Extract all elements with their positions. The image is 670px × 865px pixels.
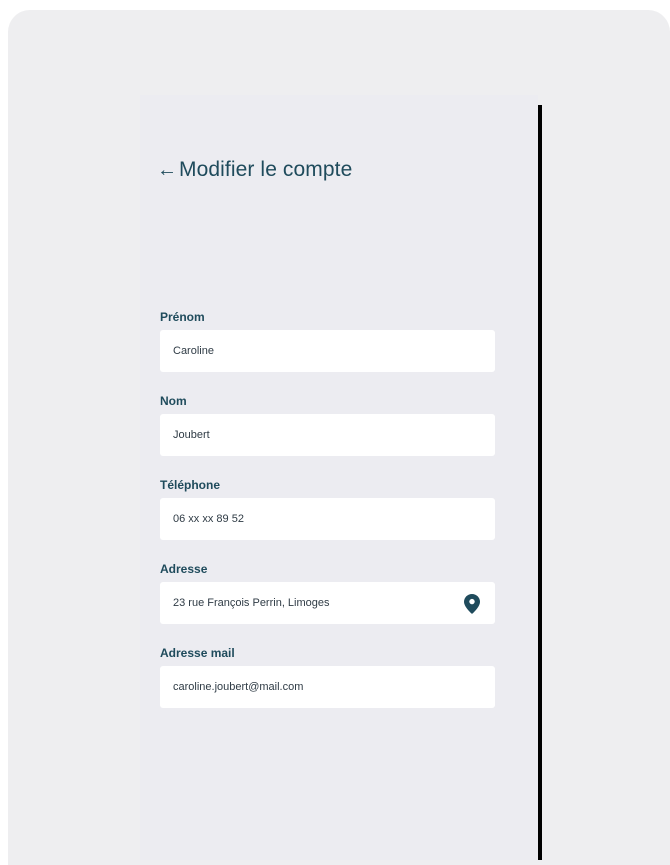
field-prenom: Prénom Caroline [160,309,495,372]
email-value: caroline.joubert@mail.com [173,681,304,693]
field-nom: Nom Joubert [160,393,495,456]
field-label-adresse-mail: Adresse mail [160,646,235,660]
adresse-input[interactable]: 23 rue François Perrin, Limoges [160,582,495,624]
telephone-input[interactable]: 06 xx xx 89 52 [160,498,495,540]
prenom-input[interactable]: Caroline [160,330,495,372]
adresse-value: 23 rue François Perrin, Limoges [173,597,330,609]
nom-value: Joubert [173,429,210,441]
nom-input[interactable]: Joubert [160,414,495,456]
field-label-nom: Nom [160,394,187,408]
email-input[interactable]: caroline.joubert@mail.com [160,666,495,708]
page-title: Modifier le compte [179,158,353,181]
field-label-prenom: Prénom [160,310,205,324]
field-adresse-mail: Adresse mail caroline.joubert@mail.com [160,645,495,708]
location-pin-icon[interactable] [464,594,480,614]
field-label-telephone: Téléphone [160,478,221,492]
page-header: ← Modifier le compte [157,156,352,184]
field-label-adresse: Adresse [160,562,208,576]
back-arrow-icon[interactable]: ← [157,156,177,184]
field-adresse: Adresse 23 rue François Perrin, Limoges [160,561,495,624]
prenom-value: Caroline [173,345,214,357]
telephone-value: 06 xx xx 89 52 [173,513,244,525]
vertical-divider [538,105,542,860]
field-telephone: Téléphone 06 xx xx 89 52 [160,477,495,540]
